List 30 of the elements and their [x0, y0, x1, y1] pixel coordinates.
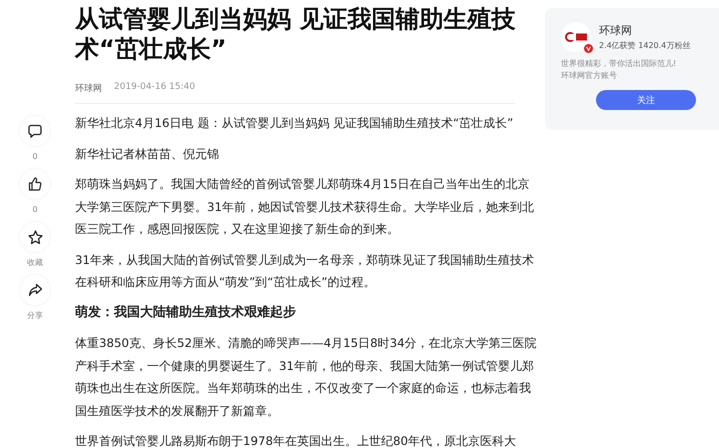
action-button[interactable] — [20, 169, 50, 199]
article-paragraph: 郑萌珠当妈妈了。我国大陆曾经的首例试管婴儿郑萌珠4月15日在自己当年出生的北京大学第三医院产下男婴。31年前，她因试管婴儿技术获得生命。大学毕业后，她来到北医三院工作，感恩回报医院，又在这里迎接了新生命的到来。 — [75, 176, 536, 238]
source-name[interactable]: 环球网 — [75, 82, 102, 95]
verified-badge-icon — [584, 44, 593, 53]
action-label: 收藏 — [27, 258, 43, 268]
action-button[interactable] — [20, 222, 50, 252]
star-icon — [28, 230, 42, 244]
article-title: 从试管婴儿到当妈妈 见证我国辅助生殖技术“茁壮成长” — [75, 4, 516, 64]
author-bio: 世界很精彩，带你活出国际范儿! — [561, 58, 678, 70]
comment-icon — [28, 124, 42, 138]
article-paragraph: 体重3850克、身长52厘米、清脆的啼哭声——4月15日8时34分，在北京大学第三医院产科手术室，一个健康的男婴诞生了。31年前，他的母亲、我国大陆第一例试管婴儿郑萌珠也出生在这所医院。当年郑萌珠的出生，不仅改变了一个家庭的命运，也标志着我国生殖医学技术的发展翻开了新篇章。 — [75, 335, 538, 420]
avatar[interactable] — [561, 22, 591, 52]
publish-time: 2019-04-16 15:40 — [114, 82, 196, 94]
logo-icon — [565, 32, 587, 42]
article-paragraph: 新华社北京4月16日电 题：从试管婴儿到当妈妈 见证我国辅助生殖技术“茁壮成长” — [75, 115, 514, 132]
action-button[interactable] — [20, 116, 50, 146]
article-paragraph: 31年来，从我国大陆的首例试管婴儿到成为一名母亲，郑萌珠见证了我国辅助生殖技术在科研和临床应用等方面从“萌发”到“茁壮成长”的过程。 — [75, 252, 536, 291]
action-button[interactable] — [20, 275, 50, 305]
action-label: 0 — [32, 205, 38, 215]
section-heading: 萌发：我国大陆辅助生殖技术艰难起步 — [75, 304, 297, 322]
article-paragraph: 世界首例试管婴儿路易斯布朗于1978年在英国出生。上世纪80年代，原北京医科大 — [75, 433, 518, 448]
article-paragraph: 新华社记者林苗苗、倪元锦 — [75, 146, 220, 162]
author-note: 环球网官方账号 — [561, 70, 618, 82]
thumbs-up-icon — [28, 177, 42, 191]
share-icon — [28, 283, 42, 297]
follow-button[interactable]: 关注 — [596, 90, 696, 110]
action-label: 0 — [32, 152, 38, 162]
author-stats: 2.4亿获赞 1420.4万粉丝 — [599, 40, 690, 51]
author-name[interactable]: 环球网 — [599, 23, 690, 38]
action-label: 分享 — [27, 311, 43, 321]
